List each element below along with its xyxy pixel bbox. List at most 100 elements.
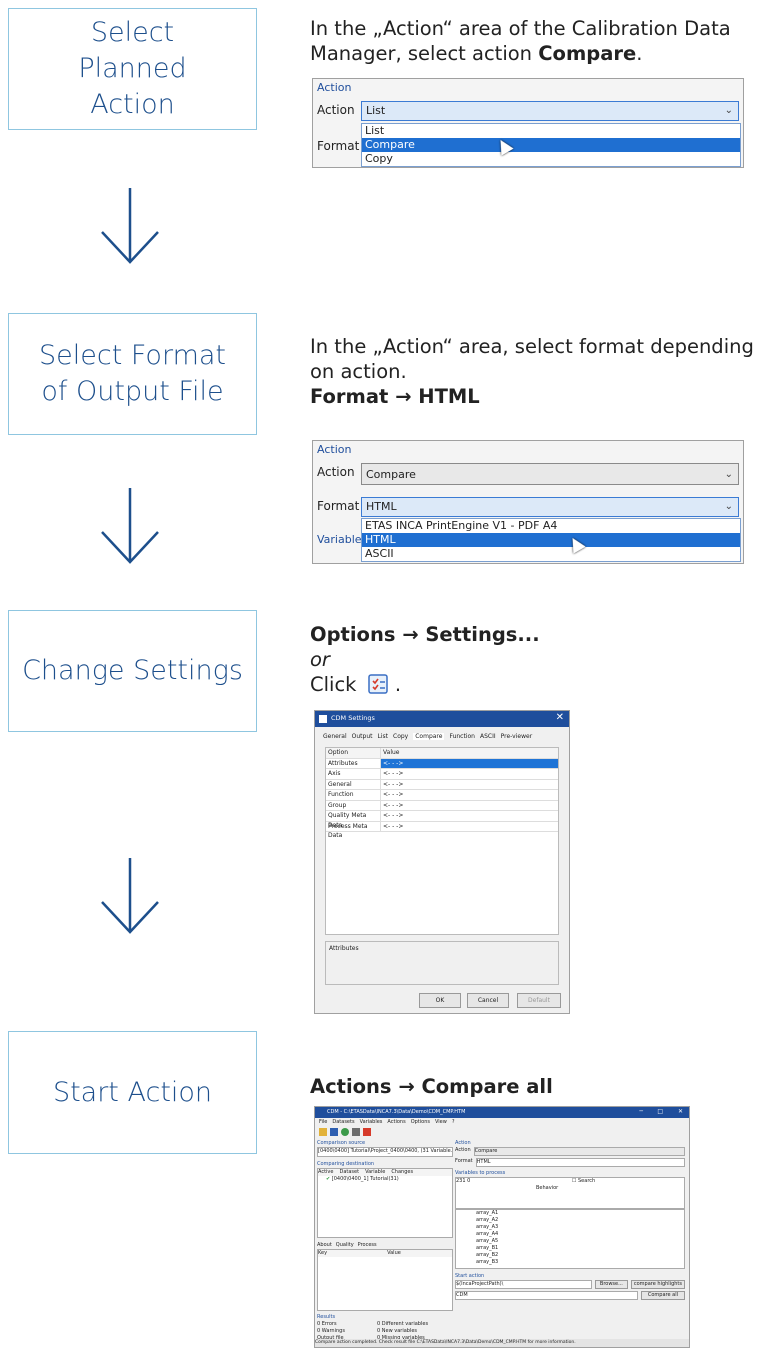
chevron-down-icon: ⌄ — [724, 469, 733, 480]
tab-compare[interactable]: Compare — [413, 733, 445, 740]
save-icon[interactable] — [330, 1128, 338, 1136]
option-pdf[interactable]: ETAS INCA PrintEngine V1 - PDF A4 — [362, 519, 740, 533]
default-button[interactable]: Default — [517, 993, 561, 1008]
option-compare[interactable]: Compare — [362, 138, 740, 152]
status-bar: Compare action completed. Check result f… — [315, 1339, 689, 1347]
option-list[interactable]: List — [362, 124, 740, 138]
action-panel-screenshot: Action Action List ⌄ Format List Compare … — [312, 78, 744, 168]
action-dropdown[interactable]: List Compare Copy — [361, 123, 741, 167]
app-icon — [319, 715, 327, 723]
tab-output[interactable]: Output — [352, 733, 373, 740]
action-combo[interactable]: Compare — [473, 1147, 685, 1156]
tab-process[interactable]: Process — [358, 1242, 377, 1249]
action-combo[interactable]: List ⌄ — [361, 101, 739, 121]
step-label: Select Planned Action — [78, 17, 187, 120]
tab-function[interactable]: Function — [449, 733, 475, 740]
table-row[interactable]: Function <- - -> — [326, 790, 558, 801]
minimize-icon[interactable]: ─ — [639, 1108, 643, 1115]
table-row[interactable]: Attributes <- - -> — [326, 758, 558, 769]
cancel-button[interactable]: Cancel — [467, 993, 509, 1008]
list-item[interactable]: array_B1 — [476, 1245, 684, 1252]
close-icon[interactable]: ✕ — [678, 1108, 683, 1115]
action-group-title: Action — [317, 81, 352, 94]
menu-view[interactable]: View — [435, 1119, 447, 1126]
step-label: Select Format of Output File — [38, 340, 227, 407]
dialog-title: CDM Settings — [331, 714, 375, 722]
refresh-icon[interactable] — [341, 1128, 349, 1136]
left-pane: Comparison source [0400\0400] Tutorial\P… — [317, 1140, 453, 1341]
tab-quality[interactable]: Quality — [336, 1242, 354, 1249]
project-path-field[interactable]: $(IncaProjectPath)\ — [455, 1280, 592, 1289]
table-row[interactable]: General <- - -> — [326, 779, 558, 790]
compare-highlights-button[interactable]: compare highlights — [630, 1280, 685, 1289]
check-icon: ✔ — [326, 1176, 331, 1182]
option-html[interactable]: HTML — [362, 533, 740, 547]
menu-bar: File Datasets Variables Actions Options … — [319, 1119, 455, 1126]
menu-help[interactable]: ? — [452, 1119, 455, 1126]
down-arrow-icon — [101, 188, 159, 264]
step2-description: In the „Action“ area, select format depe… — [310, 335, 754, 408]
option-ascii[interactable]: ASCII — [362, 547, 740, 561]
compare-icon[interactable] — [352, 1128, 360, 1136]
compare-all-button[interactable]: Compare all — [640, 1291, 685, 1300]
maximize-icon[interactable]: □ — [657, 1108, 663, 1115]
format-combo[interactable]: HTML — [475, 1158, 685, 1167]
tab-list[interactable]: List — [378, 733, 389, 740]
info-table: Key Value — [317, 1249, 453, 1311]
close-icon[interactable]: ✕ — [556, 712, 564, 723]
tab-ascii[interactable]: ASCII — [480, 733, 496, 740]
destination-table: Active Dataset Variable Changes ✔ [0400\… — [317, 1168, 453, 1238]
tab-general[interactable]: General — [323, 733, 347, 740]
open-icon[interactable] — [319, 1128, 327, 1136]
menu-datasets[interactable]: Datasets — [332, 1119, 354, 1126]
step-select-format: Select Format of Output File — [8, 313, 257, 435]
menu-file[interactable]: File — [319, 1119, 327, 1126]
step3-description: Options → Settings... or Click . — [310, 623, 540, 696]
ok-button[interactable]: OK — [419, 993, 461, 1008]
menu-variables[interactable]: Variables — [360, 1119, 383, 1126]
tab-bar: General Output List Copy Compare Functio… — [323, 733, 532, 740]
option-copy[interactable]: Copy — [362, 152, 740, 166]
format-label: Format — [317, 139, 360, 153]
format-dropdown[interactable]: ETAS INCA PrintEngine V1 - PDF A4 HTML A… — [361, 518, 741, 562]
format-combo[interactable]: HTML ⌄ — [361, 497, 739, 517]
tab-pre-viewer[interactable]: Pre-viewer — [501, 733, 533, 740]
tab-copy[interactable]: Copy — [393, 733, 408, 740]
cdm-settings-dialog: CDM Settings ✕ General Output List Copy … — [314, 710, 570, 1014]
search-checkbox[interactable]: ☐ Search — [572, 1178, 595, 1184]
list-item[interactable]: array_A5 — [476, 1238, 684, 1245]
action-group-title: Action — [317, 443, 352, 456]
table-row[interactable]: ✔ [0400\0400_1] Tutorial(31) — [318, 1176, 452, 1183]
step-change-settings: Change Settings — [8, 610, 257, 732]
step1-description: In the „Action“ area of the Calibration … — [310, 17, 731, 65]
list-item[interactable]: array_A2 — [476, 1217, 684, 1224]
browse-button[interactable]: Browse... — [594, 1280, 628, 1289]
settings-icon[interactable] — [367, 673, 389, 695]
list-item[interactable]: array_B2 — [476, 1252, 684, 1259]
step-label: Start Action — [52, 1076, 213, 1108]
down-arrow-icon — [101, 858, 159, 934]
step-label: Change Settings — [22, 655, 243, 686]
cdm-field[interactable]: CDM — [455, 1291, 638, 1300]
list-item[interactable]: array_A1 — [476, 1210, 684, 1217]
step-start-action: Start Action — [8, 1031, 257, 1154]
format-panel-screenshot: Action Action Compare ⌄ Format HTML ⌄ Vari… — [312, 440, 744, 564]
settings-icon[interactable] — [363, 1128, 371, 1136]
tab-about[interactable]: About — [317, 1242, 332, 1249]
action-combo[interactable]: Compare ⌄ — [361, 463, 739, 485]
menu-actions[interactable]: Actions — [387, 1119, 405, 1126]
table-row[interactable]: Group <- - -> — [326, 800, 558, 811]
list-item[interactable]: array_A3 — [476, 1224, 684, 1231]
table-row[interactable]: Process Meta Data <- - -> — [326, 821, 558, 839]
table-row[interactable]: Quality Meta Data <- - -> — [326, 811, 558, 829]
dialog-titlebar: CDM Settings ✕ — [315, 711, 569, 727]
toolbar — [319, 1128, 371, 1136]
table-row[interactable]: Axis <- - -> — [326, 769, 558, 780]
list-item[interactable]: array_B3 — [476, 1259, 684, 1266]
description-label: Attributes — [329, 945, 359, 952]
menu-options[interactable]: Options — [411, 1119, 430, 1126]
source-field[interactable]: [0400\0400] Tutorial\Project_0400\0400, … — [317, 1147, 453, 1157]
format-label: Format — [317, 499, 360, 513]
list-item[interactable]: array_A4 — [476, 1231, 684, 1238]
action-label: Action — [317, 465, 355, 479]
